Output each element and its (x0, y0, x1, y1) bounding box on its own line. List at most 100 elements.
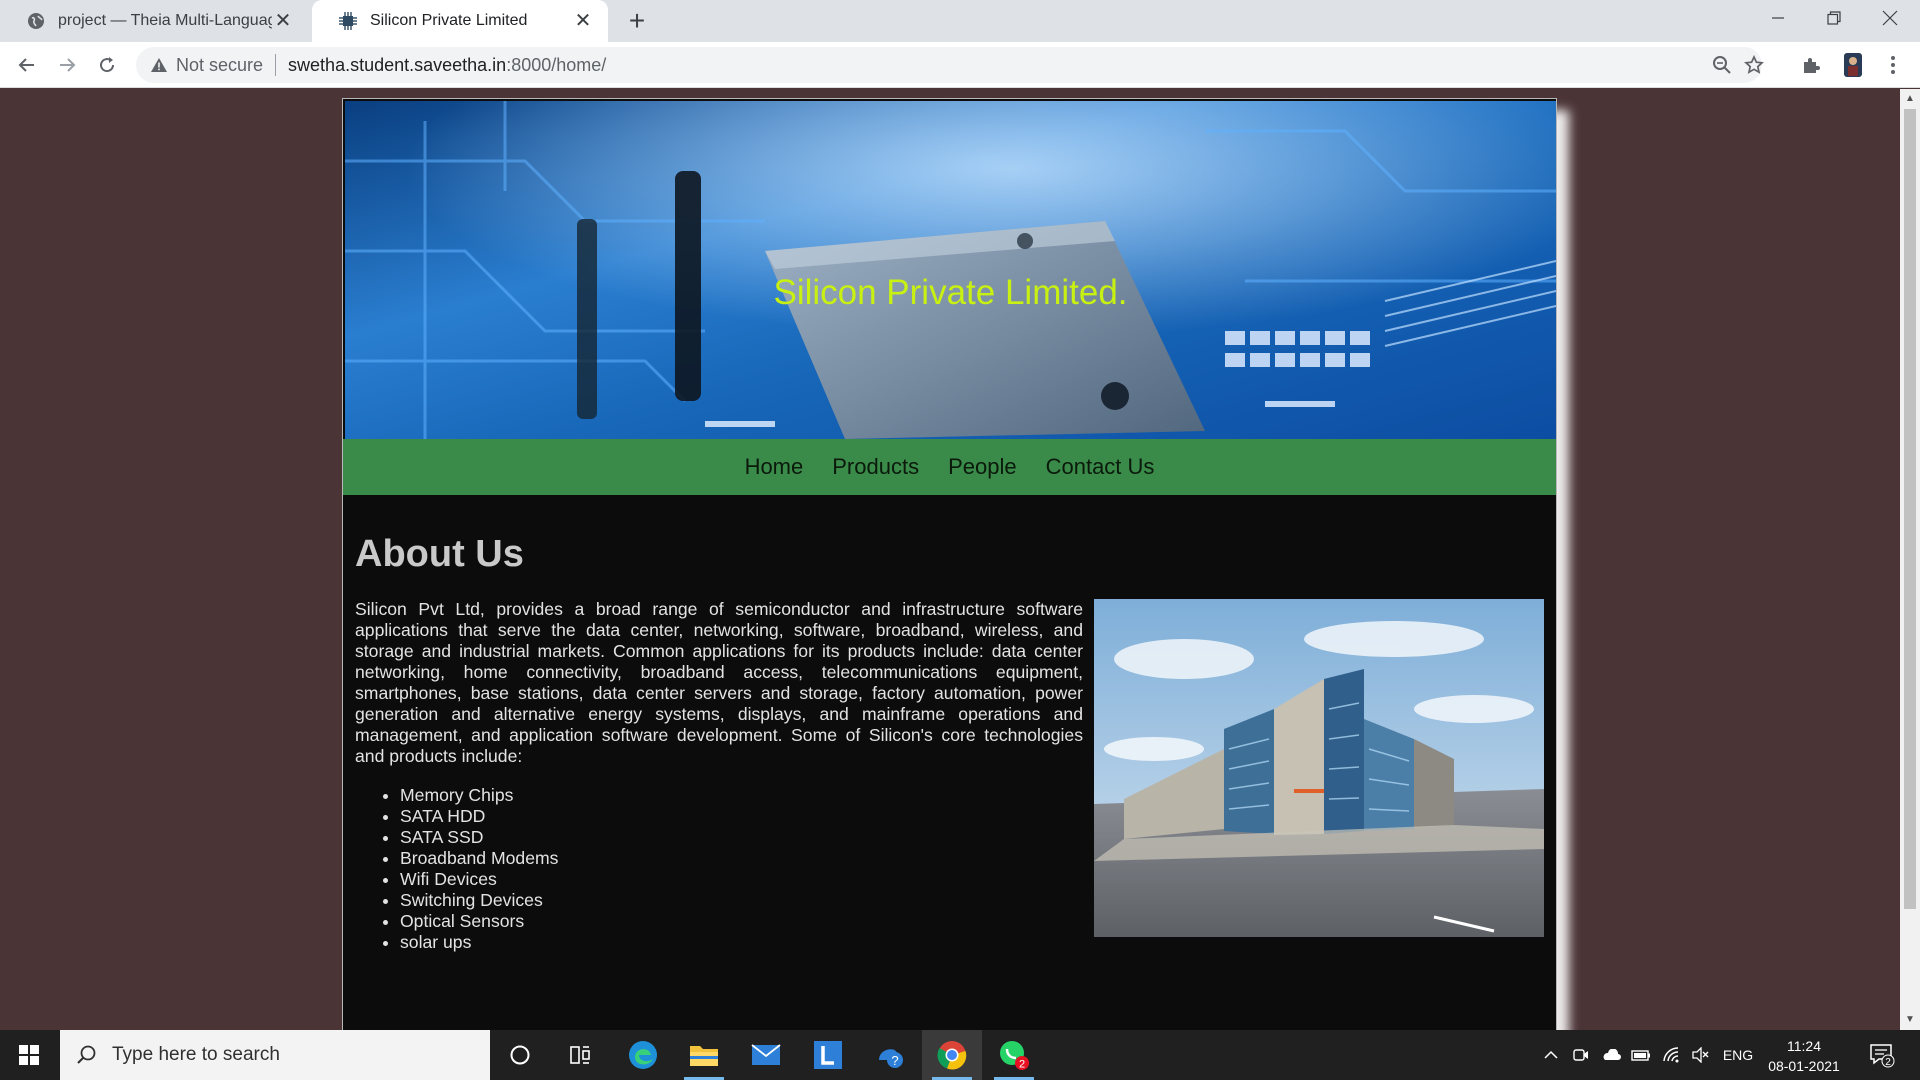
taskbar-chrome[interactable] (922, 1030, 982, 1080)
security-label[interactable]: Not secure (176, 55, 263, 76)
meet-now-icon[interactable] (1568, 1030, 1594, 1080)
list-item: Wifi Devices (400, 869, 558, 890)
main-nav: Home Products People Contact Us (343, 439, 1556, 495)
restore-button[interactable] (1806, 0, 1862, 36)
scrollbar-thumb[interactable] (1904, 109, 1916, 909)
tab-title: project — Theia Multi-Language (58, 12, 272, 29)
kebab-menu-icon (1891, 56, 1895, 74)
nav-people[interactable]: People (948, 454, 1017, 480)
list-item: Broadband Modems (400, 848, 558, 869)
globe-icon (26, 11, 46, 31)
clock[interactable]: 11:24 08-01-2021 (1762, 1036, 1846, 1076)
windows-logo-icon (19, 1045, 39, 1065)
restore-icon (1827, 11, 1841, 25)
language-indicator[interactable]: ENG (1718, 1030, 1758, 1080)
onedrive-cloud-icon[interactable] (1598, 1030, 1624, 1080)
feature-list: Memory Chips SATA HDD SATA SSD Broadband… (385, 785, 558, 953)
task-view-button[interactable] (550, 1030, 610, 1080)
page-scrollbar[interactable]: ▲ ▼ (1900, 89, 1920, 1030)
edge-icon (629, 1041, 657, 1069)
banner-image: Silicon Private Limited. (345, 101, 1556, 439)
help-icon: ? (879, 1049, 903, 1068)
close-icon (1882, 10, 1898, 26)
scroll-up-arrow-icon[interactable]: ▲ (1900, 91, 1920, 107)
reload-button[interactable] (90, 48, 124, 82)
whatsapp-badge: 2 (1019, 1059, 1025, 1071)
taskbar-search-box[interactable]: Type here to search (60, 1030, 490, 1080)
browser-toolbar: Not secure swetha.student.saveetha.in:80… (0, 42, 1920, 88)
clock-time: 11:24 (1787, 1038, 1821, 1054)
reload-icon (100, 57, 115, 73)
notification-count: 2 (1885, 1057, 1891, 1068)
search-icon (76, 1044, 98, 1066)
banner-title: Silicon Private Limited. (773, 273, 1128, 312)
about-heading: About Us (355, 533, 524, 575)
taskbar: Type here to search ? 2 ENG 11:24 08-01-… (0, 1030, 1920, 1080)
puzzle-icon (1804, 58, 1820, 73)
bookmark-star-icon[interactable] (1742, 53, 1766, 77)
page-viewport: Silicon Private Limited. Home Products P… (0, 89, 1900, 1030)
taskbar-mail[interactable] (736, 1030, 796, 1080)
url-path: :8000/home/ (506, 54, 607, 75)
nav-products[interactable]: Products (832, 454, 919, 480)
circuit-board-image (345, 101, 1556, 439)
arrow-right-icon (60, 58, 76, 72)
address-bar[interactable]: Not secure swetha.student.saveetha.in:80… (136, 47, 1764, 83)
new-tab-button[interactable]: + (622, 6, 652, 36)
list-item: SATA SSD (400, 827, 558, 848)
tab-strip: project — Theia Multi-Language ✕ Silicon… (0, 0, 1920, 42)
clock-date: 08-01-2021 (1768, 1058, 1840, 1074)
taskbar-edge[interactable] (613, 1030, 673, 1080)
battery-icon[interactable] (1628, 1030, 1654, 1080)
notification-icon: 2 (1870, 1044, 1895, 1068)
chrome-icon (937, 1041, 967, 1070)
l-app-icon (814, 1041, 842, 1069)
zoom-icon[interactable] (1710, 53, 1734, 77)
start-button[interactable] (0, 1030, 58, 1080)
folder-icon (690, 1046, 718, 1066)
profile-avatar[interactable] (1836, 48, 1870, 82)
show-hidden-icons-button[interactable] (1538, 1030, 1564, 1080)
notification-center-button[interactable]: 2 (1862, 1030, 1902, 1080)
building-image (1094, 599, 1544, 937)
taskbar-whatsapp[interactable]: 2 (984, 1030, 1044, 1080)
nav-contact-us[interactable]: Contact Us (1046, 454, 1155, 480)
svg-text:?: ? (891, 1053, 898, 1068)
taskbar-get-help[interactable]: ? (860, 1030, 920, 1080)
taskbar-file-explorer[interactable] (674, 1030, 734, 1080)
list-item: SATA HDD (400, 806, 558, 827)
close-window-button[interactable] (1862, 0, 1918, 36)
cortana-circle-icon (510, 1045, 530, 1065)
warning-icon[interactable] (150, 56, 168, 74)
wifi-icon[interactable] (1658, 1030, 1684, 1080)
minimize-button[interactable] (1750, 0, 1806, 36)
tab-silicon[interactable]: Silicon Private Limited ✕ (312, 0, 608, 42)
site-container: Silicon Private Limited. Home Products P… (342, 98, 1557, 1030)
tab-title: Silicon Private Limited (370, 12, 528, 29)
list-item: solar ups (400, 932, 558, 953)
divider (275, 54, 277, 76)
arrow-left-icon (18, 58, 34, 72)
speaker-muted-icon[interactable] (1688, 1030, 1714, 1080)
tab-theia[interactable]: project — Theia Multi-Language ✕ (0, 0, 308, 42)
url-host: swetha.student.saveetha.in (288, 54, 507, 75)
back-button[interactable] (10, 48, 44, 82)
cortana-button[interactable] (490, 1030, 550, 1080)
close-tab-icon[interactable]: ✕ (572, 10, 594, 32)
forward-button[interactable] (50, 48, 84, 82)
taskbar-lync[interactable] (798, 1030, 858, 1080)
menu-button[interactable] (1876, 48, 1910, 82)
extensions-button[interactable] (1794, 48, 1828, 82)
scroll-down-arrow-icon[interactable]: ▼ (1900, 1012, 1920, 1028)
chip-favicon-icon (338, 11, 358, 31)
list-item: Memory Chips (400, 785, 558, 806)
whatsapp-icon: 2 (1000, 1041, 1029, 1071)
minimize-icon (1772, 17, 1784, 19)
close-tab-icon[interactable]: ✕ (272, 10, 294, 32)
mail-icon (751, 1044, 781, 1065)
nav-home[interactable]: Home (745, 454, 804, 480)
chevron-up-icon (1544, 1050, 1558, 1059)
avatar-icon (1844, 53, 1862, 77)
list-item: Optical Sensors (400, 911, 558, 932)
about-paragraph: Silicon Pvt Ltd, provides a broad range … (355, 599, 1083, 766)
